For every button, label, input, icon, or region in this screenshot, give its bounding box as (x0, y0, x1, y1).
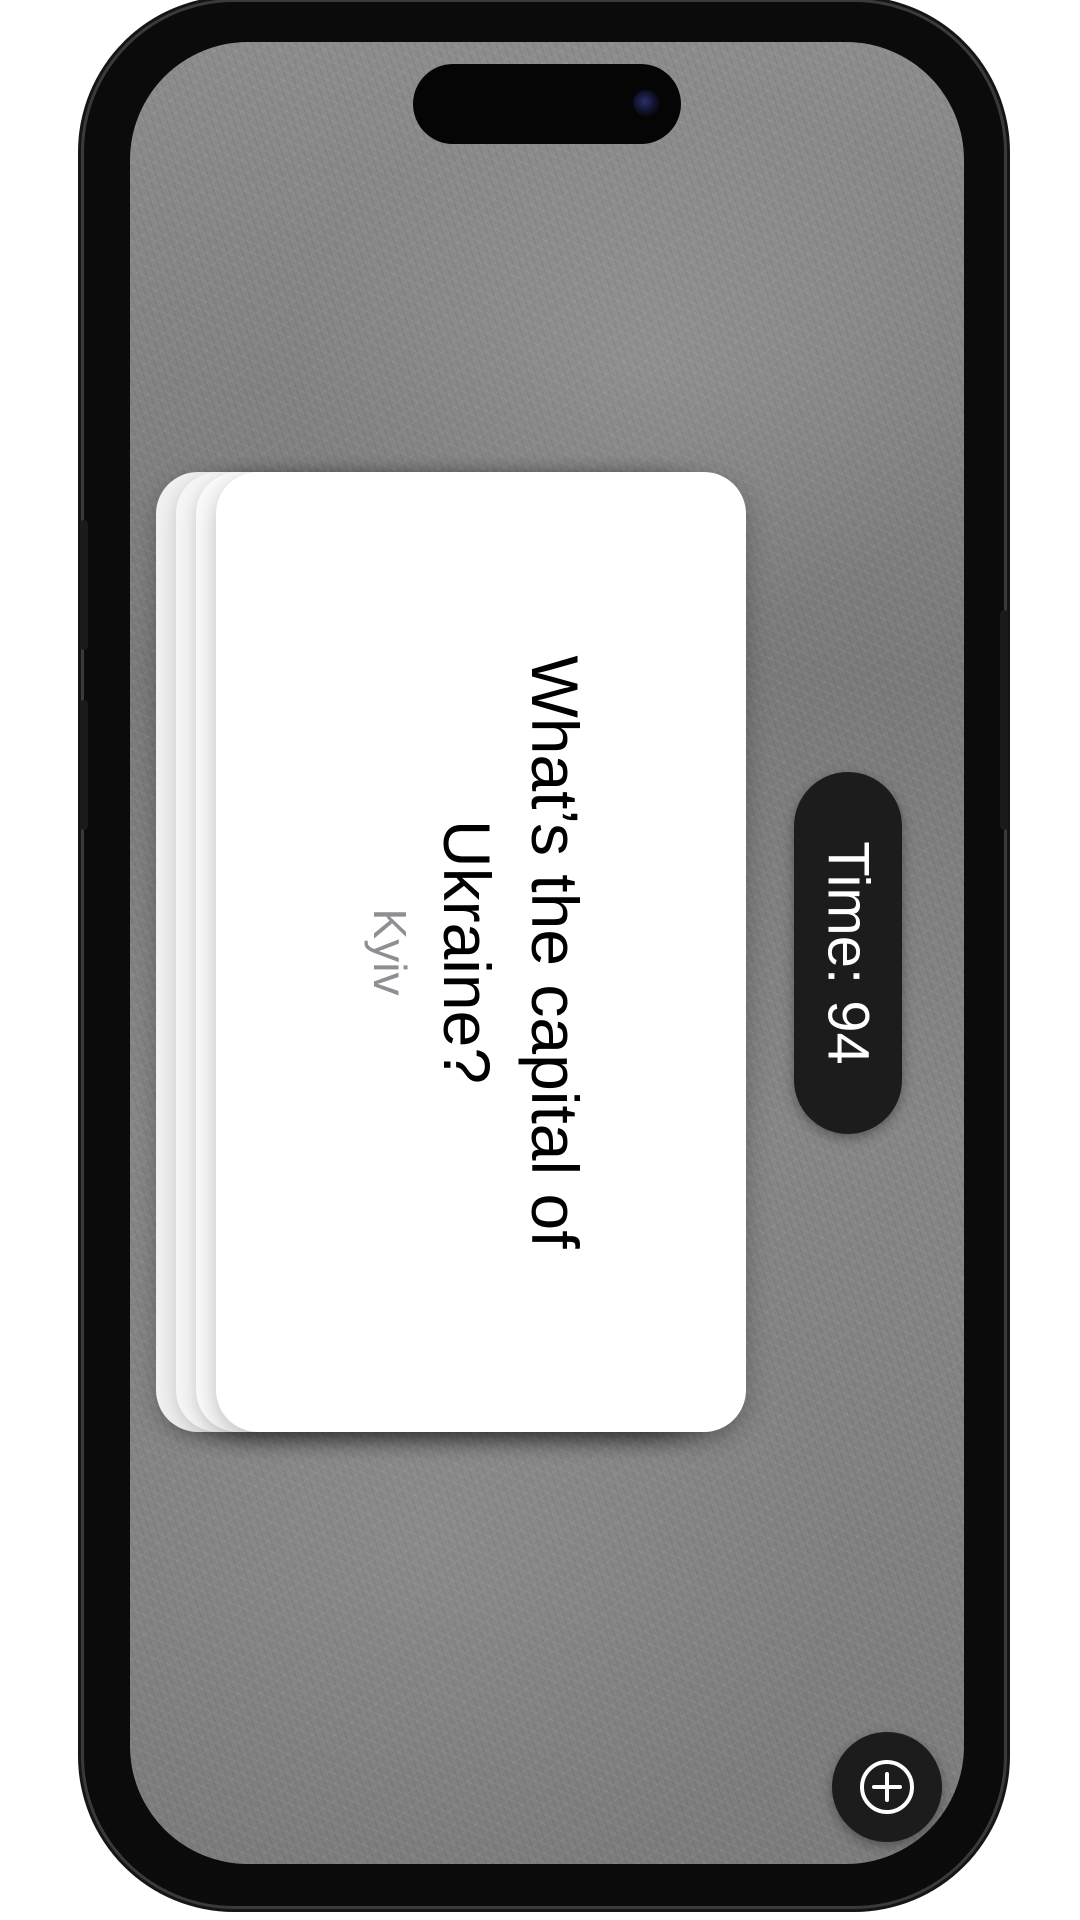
app-screen: What’s the capital of Ukraine? Kyiv Time… (130, 42, 964, 1864)
flashcard[interactable]: What’s the capital of Ukraine? Kyiv (216, 472, 746, 1432)
front-camera (633, 90, 659, 116)
flashcard-content: What’s the capital of Ukraine? Kyiv (363, 502, 599, 1402)
add-card-button[interactable] (832, 1732, 942, 1842)
timer-badge: Time: 94 (794, 772, 902, 1134)
volume-button (80, 700, 88, 830)
plus-circle-icon (860, 1760, 914, 1814)
flashcard-answer: Kyiv (364, 908, 416, 996)
power-button (1000, 610, 1008, 830)
action-button (80, 520, 88, 650)
flashcard-question: What’s the capital of Ukraine? (430, 655, 592, 1249)
dynamic-island (413, 64, 681, 144)
timer-text: Time: 94 (815, 841, 881, 1065)
